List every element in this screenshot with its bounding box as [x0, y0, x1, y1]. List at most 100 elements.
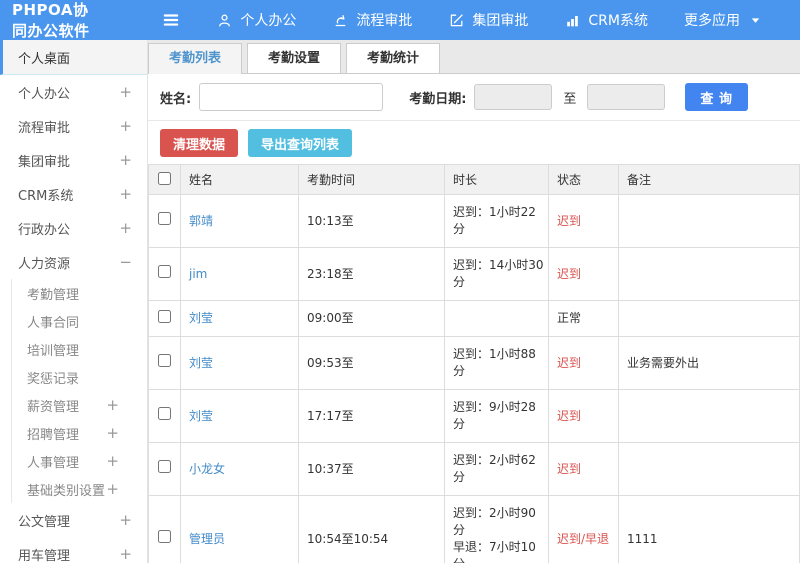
table-row: 郭靖 10:13至 迟到：1小时22分 迟到: [148, 194, 800, 248]
attendance-time-cell: 09:53至: [298, 336, 445, 390]
search-button[interactable]: 查 询: [685, 83, 749, 111]
expand-toggle[interactable]: +: [106, 397, 119, 413]
sidebar-item-human-resources[interactable]: 人力资源 −: [0, 245, 147, 279]
status-cell: 迟到: [548, 336, 619, 390]
expand-toggle[interactable]: +: [106, 453, 119, 469]
duration-cell: 迟到：2小时62分: [444, 442, 549, 496]
table-row: 刘莹 17:17至 迟到：9小时28分 迟到: [148, 389, 800, 443]
row-checkbox[interactable]: [158, 530, 171, 543]
sidebar-item-group-approval[interactable]: 集团审批 +: [0, 143, 147, 177]
sidebar-item-workflow-approval[interactable]: 流程审批 +: [0, 109, 147, 143]
expand-toggle[interactable]: +: [119, 220, 132, 236]
sidebar-subitem-salary-management[interactable]: 薪资管理 +: [12, 391, 147, 419]
topnav-personal-office[interactable]: 个人办公: [216, 10, 296, 30]
status-cell: 正常: [548, 300, 619, 337]
expand-toggle[interactable]: +: [119, 84, 132, 100]
attendance-time-cell: 23:18至: [298, 247, 445, 301]
table-row: 刘莹 09:53至 迟到：1小时88分 迟到 业务需要外出: [148, 336, 800, 390]
date-to-input[interactable]: [587, 84, 666, 110]
topnav-more-apps[interactable]: 更多应用: [684, 10, 764, 30]
tab-attendance-list[interactable]: 考勤列表: [148, 43, 243, 74]
employee-name-link[interactable]: 管理员: [189, 532, 225, 546]
duration-cell: 迟到：14小时30分: [444, 247, 549, 301]
header-time: 考勤时间: [298, 164, 445, 195]
name-filter-input[interactable]: [199, 83, 384, 111]
row-checkbox[interactable]: [158, 407, 171, 420]
expand-toggle[interactable]: +: [119, 546, 132, 562]
attendance-time-cell: 09:00至: [298, 300, 445, 337]
select-all-checkbox[interactable]: [158, 171, 171, 185]
attendance-time-cell: 10:37至: [298, 442, 445, 496]
header-name: 姓名: [180, 164, 299, 195]
sidebar-item-crm-system[interactable]: CRM系统 +: [0, 177, 147, 211]
sidebar-subitem-attendance-management[interactable]: 考勤管理: [12, 279, 147, 307]
employee-name-link[interactable]: jim: [189, 267, 207, 281]
filter-bar: 姓名: 考勤日期: 至 查 询: [148, 74, 800, 121]
row-checkbox[interactable]: [158, 460, 171, 473]
employee-name-link[interactable]: 刘莹: [189, 356, 213, 370]
topnav-workflow-approval[interactable]: 流程审批: [332, 10, 412, 30]
attendance-table: 姓名 考勤时间 时长 状态 备注 郭靖 10:13至 迟到：1小时22分 迟到 …: [148, 164, 800, 563]
menu-toggle-icon[interactable]: [160, 9, 182, 31]
topnav-label: 更多应用: [684, 13, 740, 29]
collapse-toggle[interactable]: −: [119, 254, 132, 270]
sidebar-item-personal-office[interactable]: 个人办公 +: [0, 75, 147, 109]
date-from-input[interactable]: [474, 84, 553, 110]
duration-cell: [444, 300, 549, 337]
expand-toggle[interactable]: +: [119, 186, 132, 202]
sidebar-subitem-reward-punishment[interactable]: 奖惩记录: [12, 363, 147, 391]
topnav-label: 个人办公: [240, 13, 297, 29]
attendance-table-container: 姓名 考勤时间 时长 状态 备注 郭靖 10:13至 迟到：1小时22分 迟到 …: [148, 164, 800, 563]
sidebar-subitem-recruitment-management[interactable]: 招聘管理 +: [12, 419, 147, 447]
sidebar-subitem-personnel-management[interactable]: 人事管理 +: [12, 447, 147, 475]
attendance-time-cell: 17:17至: [298, 389, 445, 443]
user-icon: [216, 12, 233, 29]
expand-toggle[interactable]: +: [106, 425, 119, 441]
tab-strip: 考勤列表 考勤设置 考勤统计: [148, 40, 800, 74]
sidebar-item-document-management[interactable]: 公文管理 +: [0, 503, 147, 537]
export-list-button[interactable]: 导出查询列表: [248, 129, 353, 157]
sidebar-subitem-personnel-contract[interactable]: 人事合同: [12, 307, 147, 335]
row-checkbox[interactable]: [158, 265, 171, 278]
tab-attendance-settings[interactable]: 考勤设置: [247, 43, 342, 73]
employee-name-link[interactable]: 刘莹: [189, 311, 213, 325]
sidebar-item-personal-desktop[interactable]: 个人桌面: [0, 40, 147, 75]
status-cell: 迟到: [548, 247, 619, 301]
status-cell: 迟到/早退: [548, 495, 619, 563]
sidebar-item-admin-office[interactable]: 行政办公 +: [0, 211, 147, 245]
expand-toggle[interactable]: +: [119, 118, 132, 134]
employee-name-link[interactable]: 郭靖: [189, 214, 213, 228]
expand-toggle[interactable]: +: [119, 152, 132, 168]
status-cell: 迟到: [548, 389, 619, 443]
attendance-time-cell: 10:54至10:54: [298, 495, 445, 563]
date-filter-label: 考勤日期:: [409, 91, 467, 107]
topnav-label: 流程审批: [356, 13, 413, 29]
topnav-label: CRM系统: [588, 13, 648, 29]
note-cell: [618, 247, 800, 301]
expand-toggle[interactable]: +: [119, 512, 132, 528]
duration-cell: 迟到：2小时90分早退：7小时10分: [444, 495, 549, 563]
employee-name-link[interactable]: 刘莹: [189, 409, 213, 423]
expand-toggle[interactable]: +: [106, 481, 119, 497]
employee-name-link[interactable]: 小龙女: [189, 462, 225, 476]
table-row: 小龙女 10:37至 迟到：2小时62分 迟到: [148, 442, 800, 496]
topnav-group-approval[interactable]: 集团审批: [448, 10, 528, 30]
clear-data-button[interactable]: 清理数据: [160, 129, 239, 157]
sidebar-subitem-base-category-settings[interactable]: 基础类别设置 +: [12, 475, 147, 503]
top-navigation: 个人办公 流程审批 集团审批 CRM系统 更多应用: [216, 10, 800, 30]
workflow-icon: [332, 12, 349, 29]
sidebar-subitem-training-management[interactable]: 培训管理: [12, 335, 147, 363]
row-checkbox[interactable]: [158, 212, 171, 225]
row-checkbox[interactable]: [158, 309, 171, 323]
header-status: 状态: [548, 164, 619, 195]
note-cell: [618, 389, 800, 443]
duration-cell: 迟到：1小时88分: [444, 336, 549, 390]
topnav-crm-system[interactable]: CRM系统: [564, 10, 648, 30]
row-checkbox[interactable]: [158, 354, 171, 367]
table-row: jim 23:18至 迟到：14小时30分 迟到: [148, 247, 800, 301]
actions-bar: 清理数据 导出查询列表: [148, 121, 800, 164]
sidebar-item-vehicle-management[interactable]: 用车管理 +: [0, 537, 147, 563]
caret-down-icon: [747, 12, 764, 29]
tab-attendance-statistics[interactable]: 考勤统计: [346, 43, 441, 73]
status-cell: 迟到: [548, 442, 619, 496]
